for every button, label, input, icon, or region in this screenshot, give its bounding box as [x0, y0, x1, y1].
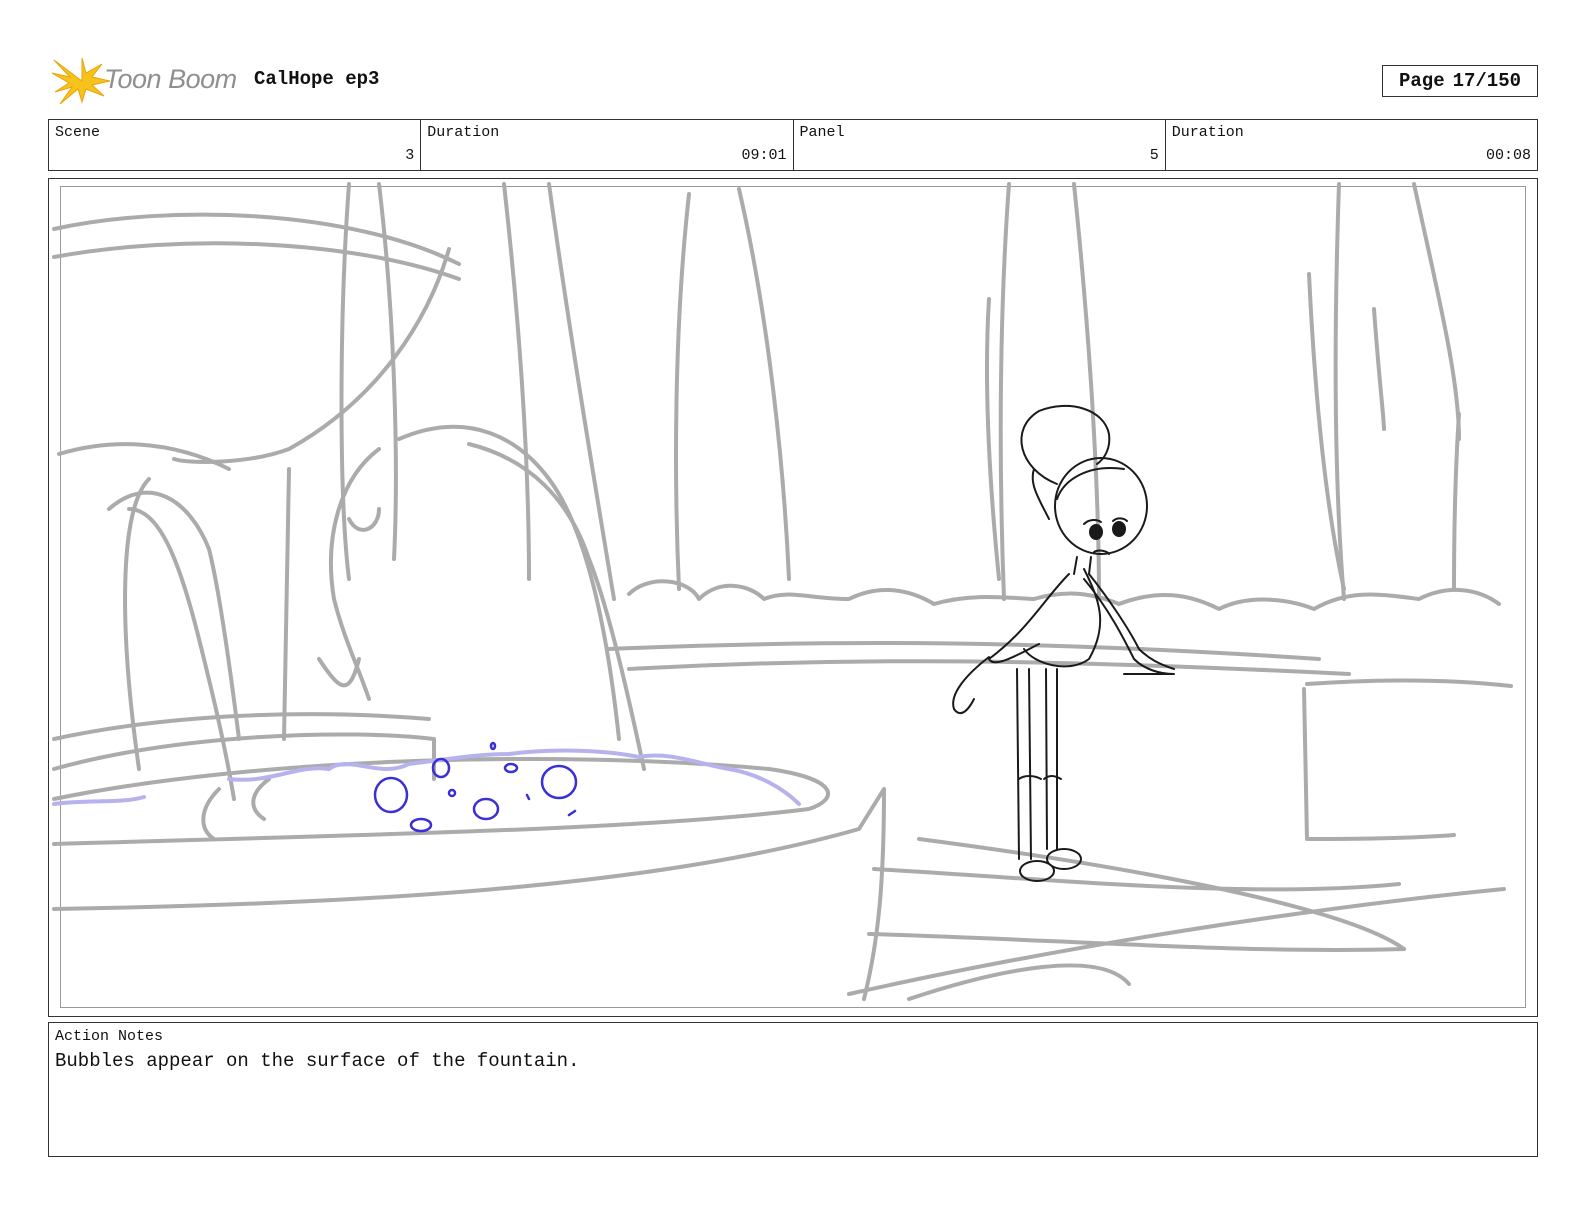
scene-duration-value: 09:01 [741, 147, 787, 164]
panel-sketch [52, 182, 1513, 1001]
storyboard-frame [48, 178, 1538, 1017]
background-sketch [52, 182, 1513, 1001]
panel-info-row: Scene 3 Duration 09:01 Panel 5 Duration … [48, 119, 1538, 171]
starburst-icon [52, 57, 111, 105]
page-number: 17/150 [1452, 70, 1522, 92]
panel-duration-value: 00:08 [1485, 147, 1531, 164]
action-notes: Action Notes Bubbles appear on the surfa… [48, 1022, 1538, 1157]
scene-duration-cell: Duration 09:01 [421, 120, 794, 170]
page-indicator: Page 17/150 [1382, 65, 1538, 97]
panel-value: 5 [1149, 147, 1159, 164]
project-title: CalHope ep3 [254, 68, 380, 90]
panel-cell: Panel 5 [794, 120, 1166, 170]
logo-text: Toon Boom [104, 64, 237, 94]
action-notes-label: Action Notes [55, 1028, 164, 1045]
panel-duration-cell: Duration 00:08 [1166, 120, 1537, 170]
panel-duration-label: Duration [1171, 124, 1244, 141]
scene-value: 3 [405, 147, 415, 164]
scene-cell: Scene 3 [49, 120, 422, 170]
toon-boom-logo: Toon Boom [52, 56, 242, 106]
action-notes-text: Bubbles appear on the surface of the fou… [55, 1050, 580, 1072]
water-surface [52, 748, 801, 806]
scene-duration-label: Duration [427, 124, 500, 141]
page-label: Page [1398, 70, 1445, 92]
scene-label: Scene [55, 124, 101, 141]
panel-label: Panel [799, 124, 845, 141]
